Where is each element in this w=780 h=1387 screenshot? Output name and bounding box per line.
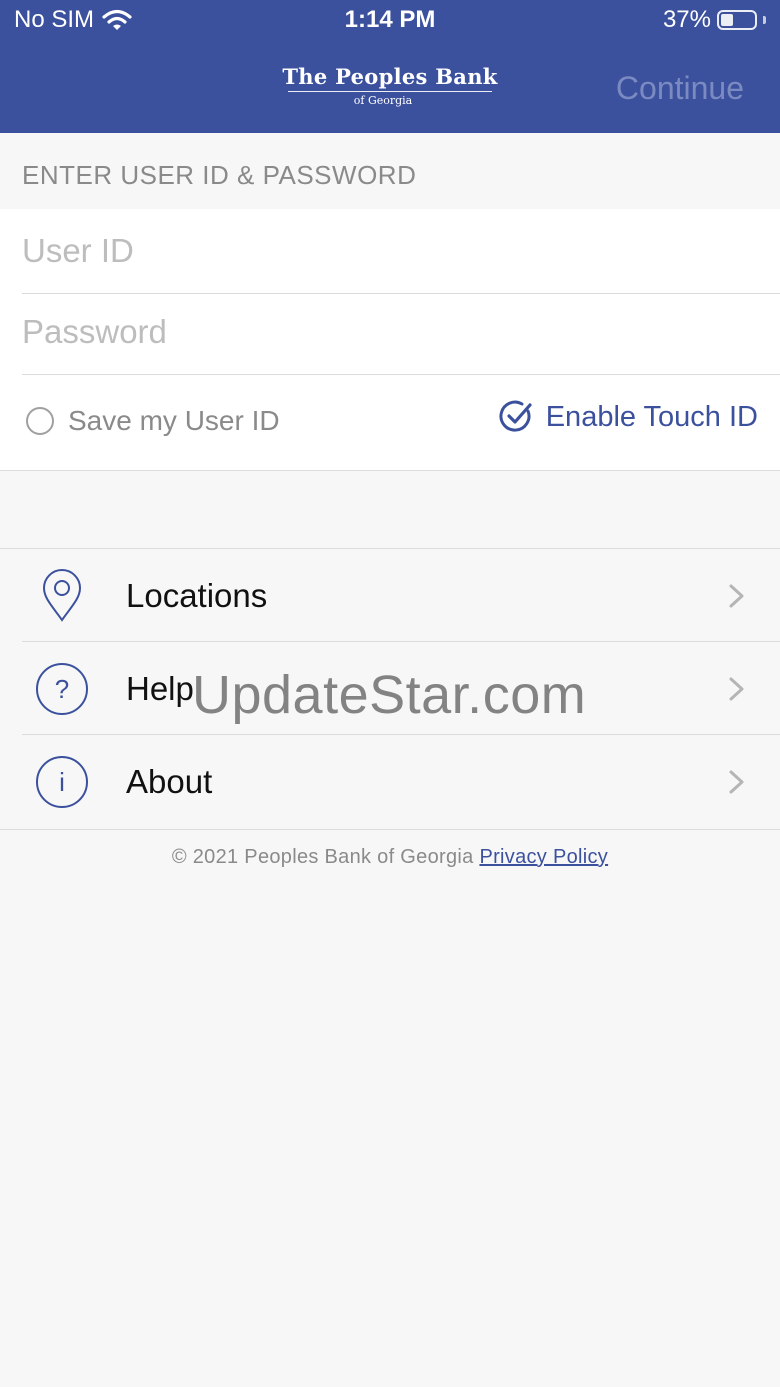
menu-item-about[interactable]: i About [0,735,780,828]
chevron-right-icon [729,584,744,608]
svg-text:?: ? [55,674,69,704]
battery-percent: 37% [662,6,711,33]
bank-logo: The Peoples Bank of Georgia [270,64,510,107]
password-field-wrap [22,290,780,375]
check-circle-icon [499,400,532,432]
question-circle-icon: ? [36,663,88,715]
info-circle-icon: i [36,756,88,808]
header-bar: No SIM 1:14 PM 37% The Peoples Bank of G… [0,0,780,133]
user-id-field-wrap [22,209,780,294]
login-section-title: ENTER USER ID & PASSWORD [22,160,417,190]
enable-touch-id-label: Enable Touch ID [545,400,758,433]
login-form: Save my User ID Enable Touch ID [0,209,780,471]
footer: © 2021 Peoples Bank of Georgia Privacy P… [0,846,780,869]
login-options: Save my User ID Enable Touch ID [0,375,780,469]
save-user-id-toggle[interactable]: Save my User ID [26,405,280,437]
battery-icon [717,10,757,30]
menu-label-about: About [126,763,213,800]
menu-item-locations[interactable]: Locations [0,549,780,642]
privacy-policy-link[interactable]: Privacy Policy [479,846,608,868]
continue-button[interactable]: Continue [616,70,744,107]
svg-text:i: i [59,767,65,797]
status-battery: 37% [663,6,766,34]
chevron-right-icon [729,677,744,701]
watermark-text: UpdateStar.com [192,665,587,725]
logo-main-text: The Peoples Bank [282,64,498,89]
chevron-right-icon [729,770,744,794]
password-input[interactable] [22,290,780,374]
location-pin-icon [42,569,82,622]
copyright-text: © 2021 Peoples Bank of Georgia [171,846,474,868]
menu-label-locations: Locations [126,577,268,614]
menu-label-help: Help [126,670,194,707]
save-user-id-label: Save my User ID [68,405,280,436]
enable-touch-id-toggle[interactable]: Enable Touch ID [498,399,758,435]
logo-sub-text: of Georgia [353,94,413,107]
user-id-input[interactable] [22,209,780,293]
radio-unchecked-icon[interactable] [26,407,54,435]
